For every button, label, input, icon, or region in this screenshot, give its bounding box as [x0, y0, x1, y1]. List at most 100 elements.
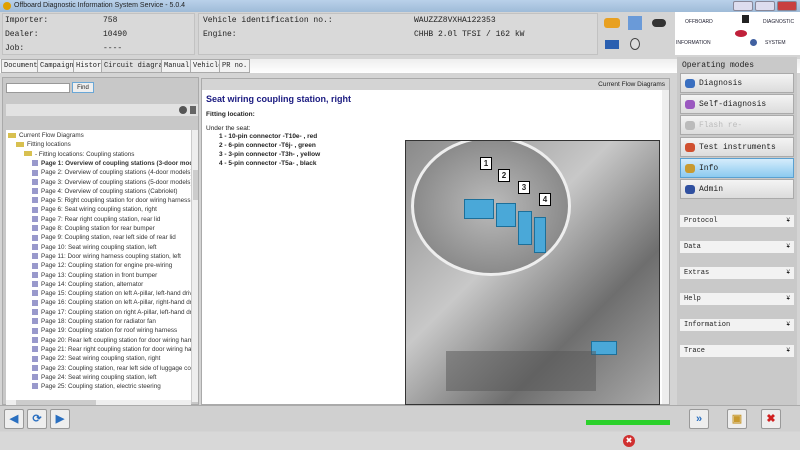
- tree-item-label: Page 6: Seat wiring coupling station, ri…: [41, 206, 157, 214]
- odis-logo: OFFBOARD DIAGNOSTIC INFORMATION SYSTEM: [675, 12, 800, 55]
- close-window-button[interactable]: [777, 1, 797, 11]
- engine-value: CHHB 2.0l TFSI / 162 kW: [414, 30, 525, 39]
- tree-item[interactable]: - Fitting locations: Coupling stations: [24, 150, 134, 159]
- tree-item[interactable]: Fitting locations: [16, 140, 71, 149]
- mode-button-test-instruments[interactable]: Test instruments: [680, 137, 794, 157]
- accordion-protocol[interactable]: Protocol ¥: [680, 215, 794, 227]
- tree-item[interactable]: Page 24: Seat wiring coupling station, l…: [32, 373, 157, 382]
- mode-icon: [685, 185, 695, 194]
- dealer-value: 10490: [103, 30, 128, 39]
- mode-button-flash-re-programming: Flash re-programming: [680, 115, 794, 149]
- tree-item-label: Page 7: Rear right coupling station, rea…: [41, 215, 161, 223]
- connector-item: 4 - 5-pin connector -T5a- , black: [219, 160, 317, 167]
- tree-item[interactable]: Page 18: Coupling station for radiator f…: [32, 317, 156, 326]
- mode-label: Self-diagnosis: [699, 100, 767, 109]
- info-icon[interactable]: [630, 38, 640, 50]
- tree-item-label: Page 1: Overview of coupling stations (3…: [41, 159, 194, 167]
- tree-item[interactable]: Page 14: Coupling station, alternator: [32, 280, 143, 289]
- maximize-button[interactable]: [755, 1, 775, 11]
- tree-item[interactable]: Page 12: Coupling station for engine pre…: [32, 261, 172, 270]
- page-icon: [32, 336, 38, 343]
- mode-button-admin[interactable]: Admin: [680, 179, 794, 199]
- usb-icon[interactable]: [605, 40, 619, 49]
- mode-icon: [685, 143, 695, 152]
- refresh-icon[interactable]: [179, 106, 187, 114]
- tree-item[interactable]: Page 9: Coupling station, rear left side…: [32, 233, 176, 242]
- page-icon: [32, 169, 38, 176]
- tree-item[interactable]: Page 22: Seat wiring coupling station, r…: [32, 354, 160, 363]
- tree-item[interactable]: Page 8: Coupling station for rear bumper: [32, 224, 155, 233]
- window-title: Offboard Diagnostic Information System S…: [14, 2, 186, 9]
- tree-item[interactable]: Current Flow Diagrams: [8, 131, 84, 140]
- tree-item-label: Page 23: Coupling station, rear left sid…: [41, 364, 197, 372]
- connector-item: 1 - 10-pin connector -T10e- , red: [219, 133, 318, 140]
- tree-item[interactable]: Page 5: Right coupling station for door …: [32, 196, 190, 205]
- document-vertical-scrollbar[interactable]: [662, 90, 669, 404]
- accordion-data[interactable]: Data ¥: [680, 241, 794, 253]
- key-icon[interactable]: [652, 19, 666, 27]
- tree-vertical-scrollbar[interactable]: [191, 130, 198, 402]
- error-icon[interactable]: ✖: [623, 435, 635, 447]
- fullscreen-button[interactable]: ▣: [727, 409, 747, 429]
- tree-item[interactable]: Page 16: Coupling station on left A-pill…: [32, 298, 192, 307]
- logo-text: DIAGNOSTIC: [763, 19, 795, 25]
- tree-item-label: Page 16: Coupling station on left A-pill…: [41, 299, 192, 307]
- connector-block: [496, 203, 516, 227]
- tree-item-label: Page 22: Seat wiring coupling station, r…: [41, 355, 161, 363]
- accordion-trace[interactable]: Trace ¥: [680, 345, 794, 357]
- connector-block: [518, 211, 532, 245]
- tree-item[interactable]: Page 7: Rear right coupling station, rea…: [32, 215, 160, 224]
- connector-block: [464, 199, 494, 219]
- mode-icon: [685, 121, 695, 130]
- forward-button[interactable]: ▶: [50, 409, 70, 429]
- mode-label: Diagnosis: [699, 79, 743, 88]
- search-input[interactable]: [6, 83, 70, 93]
- tree-item-label: Page 15: Coupling station on left A-pill…: [41, 290, 193, 298]
- page-icon: [32, 234, 38, 241]
- tree-item-label: Page 2: Overview of coupling stations (4…: [41, 169, 193, 177]
- tree-item[interactable]: Page 11: Door wiring harness coupling st…: [32, 252, 181, 261]
- tree-item-label: Page 8: Coupling station for rear bumper: [41, 225, 155, 232]
- tree-item-label: Page 10: Seat wiring coupling station, l…: [41, 243, 157, 251]
- tree-item[interactable]: Page 13: Coupling station in front bumpe…: [32, 271, 157, 280]
- minimize-button[interactable]: [733, 1, 753, 11]
- tree-item[interactable]: Page 23: Coupling station, rear left sid…: [32, 364, 196, 373]
- vehicle-icon[interactable]: [604, 18, 620, 28]
- tree-item-label: Page 5: Right coupling station for door …: [41, 197, 191, 205]
- tree-item[interactable]: Page 2: Overview of coupling stations (4…: [32, 168, 193, 177]
- tree-item-label: Page 3: Overview of coupling stations (5…: [41, 178, 193, 186]
- find-button[interactable]: Find: [72, 82, 94, 93]
- brand-logo: [742, 15, 749, 23]
- tree-item[interactable]: Page 19: Coupling station for roof wirin…: [32, 326, 177, 335]
- tree-item-label: Page 4: Overview of coupling stations (C…: [41, 187, 178, 195]
- tree-item-label: Page 9: Coupling station, rear left side…: [41, 234, 176, 242]
- callout-3: 3: [518, 181, 530, 194]
- mode-button-self-diagnosis[interactable]: Self-diagnosis: [680, 94, 794, 114]
- settings-icon[interactable]: [190, 106, 196, 114]
- back-button[interactable]: ◀: [4, 409, 24, 429]
- mode-button-diagnosis[interactable]: Diagnosis: [680, 73, 794, 93]
- tree-item[interactable]: Page 15: Coupling station on left A-pill…: [32, 289, 193, 298]
- accordion-information[interactable]: Information ¥: [680, 319, 794, 331]
- refresh-button[interactable]: ⟳: [27, 409, 47, 429]
- network-icon[interactable]: [628, 16, 642, 30]
- connector-block: [534, 217, 546, 253]
- page-icon: [32, 299, 38, 306]
- tree-item[interactable]: Page 4: Overview of coupling stations (C…: [32, 187, 178, 196]
- skip-forward-button[interactable]: »: [689, 409, 709, 429]
- tab-pr-no[interactable]: PR no.: [219, 59, 251, 73]
- accordion-extras[interactable]: Extras ¥: [680, 267, 794, 279]
- tree-item[interactable]: Page 17: Coupling station on right A-pil…: [32, 308, 192, 317]
- document-panel-header: Current Flow Diagrams: [202, 79, 669, 90]
- tree-item[interactable]: Page 6: Seat wiring coupling station, ri…: [32, 205, 157, 214]
- accordion-help[interactable]: Help ¥: [680, 293, 794, 305]
- tree-item[interactable]: Page 21: Rear right coupling station for…: [32, 345, 194, 354]
- mode-button-info[interactable]: Info: [680, 158, 794, 178]
- tree-item[interactable]: Page 20: Rear left coupling station for …: [32, 336, 193, 345]
- tree-item[interactable]: Page 1: Overview of coupling stations (3…: [32, 159, 193, 168]
- cancel-button[interactable]: ✖: [761, 409, 781, 429]
- tree-item[interactable]: Page 10: Seat wiring coupling station, l…: [32, 243, 157, 252]
- tree-item[interactable]: Page 3: Overview of coupling stations (5…: [32, 178, 193, 187]
- accordion-label: Protocol: [684, 217, 718, 225]
- tree-item[interactable]: Page 25: Coupling station, electric stee…: [32, 382, 161, 391]
